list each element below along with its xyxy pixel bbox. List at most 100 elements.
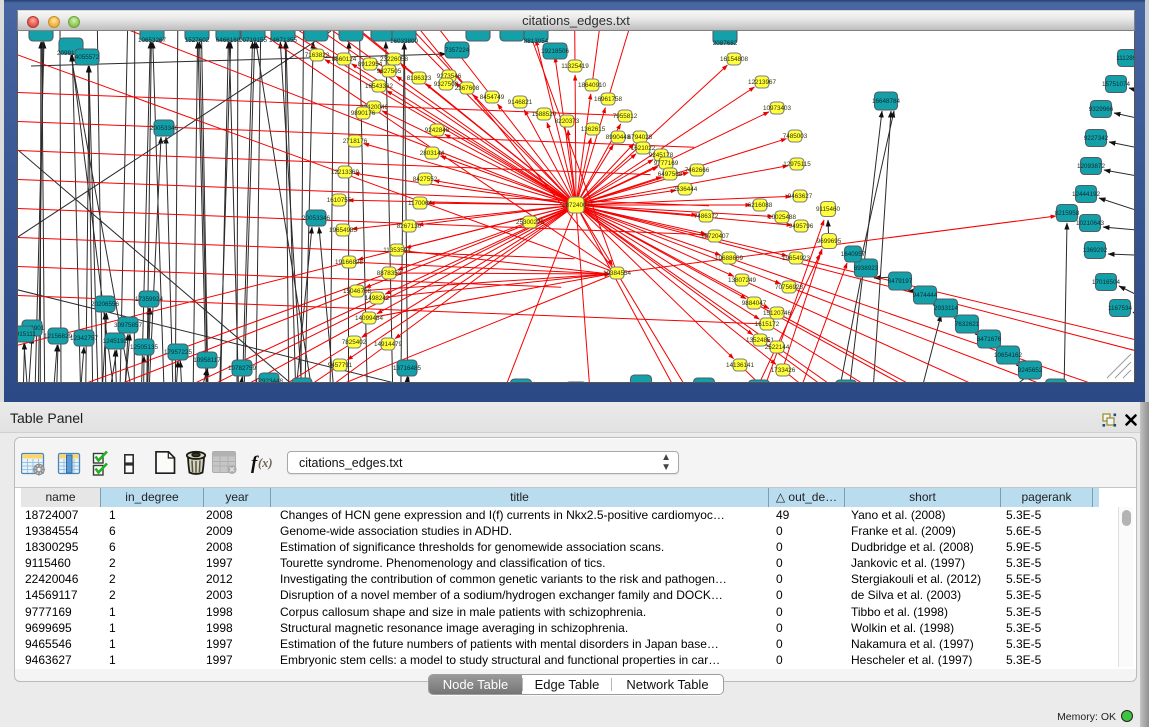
svg-text:10654162: 10654162: [994, 352, 1023, 359]
svg-text:2522144: 2522144: [765, 344, 790, 351]
svg-text:18640910: 18640910: [578, 82, 607, 89]
svg-text:20053346: 20053346: [150, 125, 179, 132]
svg-text:10025488: 10025488: [768, 214, 797, 221]
svg-text:19218506: 19218506: [541, 48, 570, 55]
svg-text:12505135: 12505135: [130, 344, 159, 351]
svg-text:1245192: 1245192: [103, 338, 128, 345]
svg-text:13716485: 13716485: [393, 365, 422, 372]
svg-text:1733426: 1733426: [771, 367, 796, 374]
svg-text:16154808: 16154808: [720, 56, 749, 63]
svg-text:10719155: 10719155: [239, 37, 268, 44]
svg-text:8660124: 8660124: [332, 56, 357, 63]
svg-text:9699695: 9699695: [817, 238, 842, 245]
svg-text:14914479: 14914479: [374, 341, 403, 348]
svg-text:1369292: 1369292: [1083, 247, 1108, 254]
svg-text:7485003: 7485003: [783, 133, 808, 140]
svg-text:1615172: 1615172: [755, 321, 780, 328]
svg-text:9777169: 9777169: [654, 160, 679, 167]
svg-text:16543362: 16543362: [365, 83, 394, 90]
svg-text:11353594: 11353594: [383, 247, 411, 254]
svg-text:9115460: 9115460: [816, 206, 841, 213]
svg-text:10210643: 10210643: [1076, 220, 1105, 227]
svg-text:15120746: 15120746: [763, 310, 792, 317]
svg-text:8186323: 8186323: [407, 75, 432, 82]
svg-text:10688609: 10688609: [715, 255, 744, 262]
svg-text:9495796: 9495796: [789, 223, 814, 230]
svg-text:9327505: 9327505: [377, 68, 402, 75]
svg-text:17359924: 17359924: [135, 296, 164, 303]
svg-text:7486372: 7486372: [694, 213, 719, 220]
svg-text:16961758: 16961758: [594, 96, 623, 103]
svg-text:18724007: 18724007: [562, 202, 591, 209]
svg-text:12342757: 12342757: [70, 335, 99, 342]
svg-text:10782759: 10782759: [228, 365, 257, 372]
svg-text:30975857: 30975857: [114, 322, 143, 329]
svg-text:23226058: 23226058: [380, 56, 409, 63]
svg-text:1498242: 1498242: [365, 295, 390, 302]
svg-text:9245652: 9245652: [1018, 367, 1043, 374]
svg-text:9146821: 9146821: [508, 99, 533, 106]
svg-text:16033809: 16033809: [390, 38, 419, 45]
svg-text:20053346: 20053346: [302, 215, 331, 222]
svg-text:19654923: 19654923: [782, 255, 811, 262]
svg-text:12156829: 12156829: [44, 333, 73, 340]
svg-text:2367608: 2367608: [455, 85, 480, 92]
svg-text:9474444: 9474444: [913, 292, 938, 299]
svg-text:2536444: 2536444: [673, 186, 698, 193]
svg-text:6479197: 6479197: [888, 278, 913, 285]
svg-text:10653267: 10653267: [138, 37, 167, 44]
svg-text:15751074: 15751074: [1102, 81, 1131, 88]
svg-text:4055572: 4055572: [75, 54, 100, 61]
svg-text:9242848: 9242848: [425, 127, 450, 134]
svg-text:8220373: 8220373: [555, 118, 580, 125]
svg-text:9890176: 9890176: [351, 110, 376, 117]
svg-text:1640957: 1640957: [841, 251, 866, 258]
svg-text:6497568: 6497568: [658, 171, 683, 178]
svg-text:(x): (x): [258, 456, 273, 470]
svg-text:19654985: 19654985: [329, 227, 358, 234]
svg-text:7163822: 7163822: [305, 52, 330, 59]
svg-text:2718176: 2718176: [343, 138, 368, 145]
svg-text:11325419: 11325419: [561, 63, 589, 70]
svg-text:8938923: 8938923: [854, 265, 879, 272]
svg-text:7955812: 7955812: [613, 113, 638, 120]
svg-text:8878352: 8878352: [377, 270, 402, 277]
svg-text:2933114: 2933114: [934, 305, 959, 312]
svg-text:9227342: 9227342: [1084, 135, 1109, 142]
svg-text:1167534: 1167534: [1108, 305, 1133, 312]
svg-text:7632621: 7632621: [955, 321, 980, 328]
svg-text:8471676: 8471676: [977, 336, 1002, 343]
svg-text:15046768: 15046768: [343, 288, 372, 295]
svg-text:10973403: 10973403: [763, 105, 792, 112]
svg-text:19166825: 19166825: [335, 259, 364, 266]
svg-text:9463627: 9463627: [788, 193, 813, 200]
svg-text:1112891: 1112891: [1116, 55, 1135, 62]
svg-text:1621022: 1621022: [631, 145, 656, 152]
svg-text:1588520: 1588520: [532, 111, 557, 118]
svg-text:12213369: 12213369: [331, 169, 360, 176]
svg-text:14099484: 14099484: [355, 315, 384, 322]
svg-text:3915111: 3915111: [18, 331, 36, 338]
svg-text:8427552: 8427552: [413, 176, 438, 183]
svg-text:15720407: 15720407: [701, 233, 730, 240]
svg-text:7462666: 7462666: [685, 167, 710, 174]
svg-text:12093872: 12093872: [1077, 163, 1106, 170]
svg-text:16648784: 16648784: [872, 98, 901, 105]
svg-text:19384554: 19384554: [603, 270, 632, 277]
svg-text:1170064: 1170064: [408, 200, 433, 207]
svg-text:12975115: 12975115: [783, 161, 811, 168]
svg-text:14671355: 14671355: [269, 37, 298, 44]
svg-text:9884047: 9884047: [742, 300, 767, 307]
svg-text:13807249: 13807249: [728, 277, 757, 284]
svg-text:10958117: 10958117: [193, 357, 221, 364]
svg-text:12444192: 12444192: [1072, 191, 1101, 198]
svg-text:14136141: 14136141: [726, 362, 755, 369]
svg-text:1362615: 1362615: [581, 126, 606, 133]
svg-text:12213967: 12213967: [748, 79, 777, 86]
svg-text:8454749: 8454749: [480, 94, 505, 101]
svg-text:7825402: 7825402: [342, 339, 367, 346]
svg-text:20206556: 20206556: [91, 301, 120, 308]
svg-text:2803144: 2803144: [420, 150, 445, 157]
svg-text:12923448: 12923448: [255, 378, 284, 382]
svg-text:6216088: 6216088: [748, 202, 773, 209]
